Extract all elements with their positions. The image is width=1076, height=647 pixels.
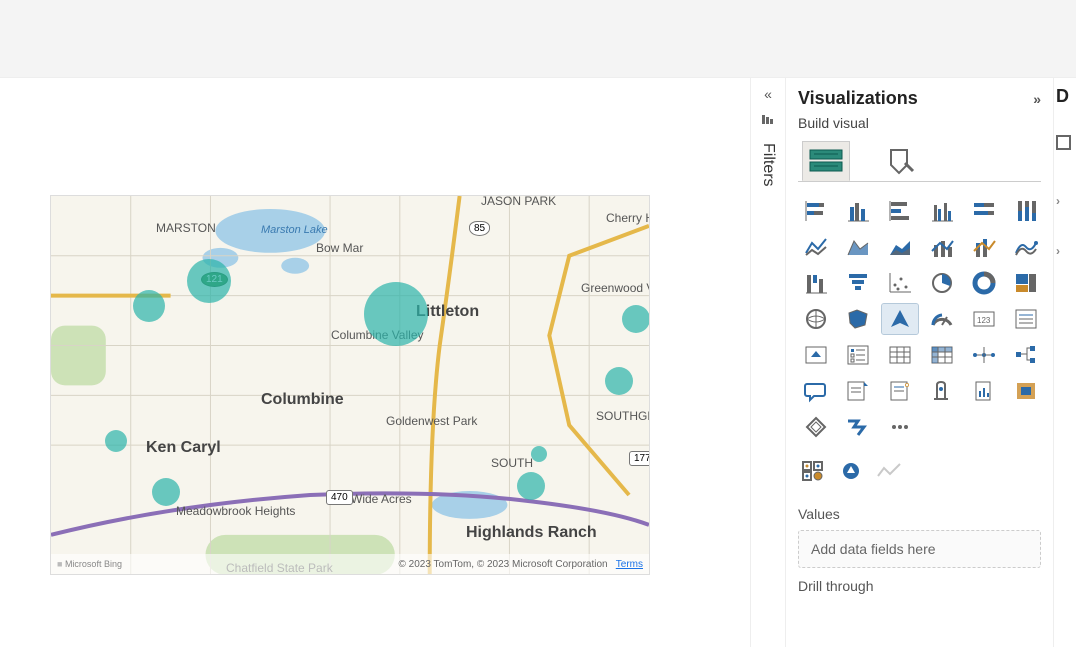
svg-text:123: 123	[977, 316, 991, 325]
visualizations-title: Visualizations	[798, 88, 918, 109]
viz-type-ellipsis[interactable]	[882, 412, 918, 442]
viz-type-clustered-column[interactable]	[924, 196, 960, 226]
map-data-point[interactable]	[364, 282, 428, 346]
filters-icon	[761, 114, 775, 129]
viz-type-r-visual[interactable]	[966, 340, 1002, 370]
viz-type-donut[interactable]	[966, 268, 1002, 298]
viz-type-gauge[interactable]	[924, 304, 960, 334]
viz-type-line-clustered-column[interactable]	[924, 232, 960, 262]
viz-type-pag-report[interactable]	[966, 376, 1002, 406]
viz-type-key-influencers[interactable]	[882, 376, 918, 406]
viz-type-filled-map[interactable]	[840, 304, 876, 334]
viz-type-stacked-bar-100[interactable]	[966, 196, 1002, 226]
map-data-point[interactable]	[517, 472, 545, 500]
visual-extras-row	[798, 452, 1041, 496]
viz-type-matrix[interactable]	[924, 340, 960, 370]
viz-type-treemap[interactable]	[1008, 268, 1044, 298]
route-shield: 470	[326, 490, 353, 505]
map-attribution: Microsoft Bing © 2023 TomTom, © 2023 Mic…	[51, 554, 649, 574]
filters-expand-button[interactable]: «	[764, 78, 772, 110]
viz-type-decomp-tree[interactable]	[1008, 340, 1044, 370]
viz-type-scatter[interactable]	[882, 268, 918, 298]
build-visual-label: Build visual	[798, 115, 1041, 131]
map-data-point[interactable]	[152, 478, 180, 506]
visualizations-pane: Visualizations » Build visual 123 Valu	[786, 78, 1054, 647]
viz-tabs	[798, 137, 1041, 182]
viz-type-multirow-card[interactable]	[1008, 304, 1044, 334]
pin-visual-button[interactable]	[836, 458, 866, 484]
map-copyright: © 2023 TomTom, © 2023 Microsoft Corporat…	[399, 559, 608, 570]
data-chevron-icon: ›	[1056, 194, 1074, 208]
data-chevron-icon-2: ›	[1056, 244, 1074, 258]
map-data-point[interactable]	[133, 290, 165, 322]
viz-type-power-apps[interactable]	[1008, 376, 1044, 406]
visualizations-collapse-button[interactable]: »	[1033, 91, 1041, 107]
viz-type-qna[interactable]	[798, 376, 834, 406]
map-terms-link[interactable]: Terms	[616, 559, 643, 570]
data-search-hint-icon	[1056, 135, 1074, 154]
route-shield: 177	[629, 451, 650, 466]
viz-type-clustered-bar[interactable]	[840, 196, 876, 226]
filters-label[interactable]: Filters	[759, 135, 777, 187]
map-data-point[interactable]	[105, 430, 127, 452]
ribbon	[0, 0, 1076, 78]
viz-type-funnel[interactable]	[840, 268, 876, 298]
viz-type-stacked-area[interactable]	[882, 232, 918, 262]
map-background	[51, 196, 649, 575]
map-data-point[interactable]	[622, 305, 650, 333]
map-data-point[interactable]	[531, 446, 547, 462]
viz-type-pie[interactable]	[924, 268, 960, 298]
bing-logo: Microsoft Bing	[57, 559, 122, 569]
viz-type-waterfall[interactable]	[798, 268, 834, 298]
values-section-label: Values	[798, 496, 1041, 530]
drillthrough-section-label: Drill through	[798, 568, 1041, 602]
data-pane-letter: D	[1056, 86, 1069, 106]
viz-type-goals[interactable]	[924, 376, 960, 406]
report-canvas[interactable]: MARSTONMarston LakeBow MarJASON PARKCher…	[0, 78, 750, 647]
viz-type-line-stacked-column[interactable]	[966, 232, 1002, 262]
filters-pane-collapsed: « Filters	[750, 78, 786, 647]
viz-type-ribbon[interactable]	[1008, 232, 1044, 262]
workspace: MARSTONMarston LakeBow MarJASON PARKCher…	[0, 78, 1076, 647]
visual-type-grid: 123	[798, 182, 1041, 452]
viz-type-py-visual[interactable]	[798, 412, 834, 442]
build-visual-tab[interactable]	[802, 141, 850, 181]
viz-type-azure-map[interactable]	[882, 304, 918, 334]
viz-type-stacked-column[interactable]	[882, 196, 918, 226]
map-data-point[interactable]	[605, 367, 633, 395]
viz-type-area[interactable]	[840, 232, 876, 262]
viz-type-slicer[interactable]	[840, 340, 876, 370]
viz-type-map[interactable]	[798, 304, 834, 334]
map-data-point[interactable]	[187, 259, 231, 303]
viz-type-card[interactable]: 123	[966, 304, 1002, 334]
viz-type-kpi[interactable]	[798, 340, 834, 370]
viz-type-clustered-column-100[interactable]	[1008, 196, 1044, 226]
values-field-well[interactable]: Add data fields here	[798, 530, 1041, 568]
get-more-visuals-button[interactable]	[798, 458, 828, 484]
sparkline-button[interactable]	[874, 458, 904, 484]
route-shield: 85	[469, 221, 490, 236]
map-visual[interactable]: MARSTONMarston LakeBow MarJASON PARKCher…	[50, 195, 650, 575]
viz-type-automate[interactable]	[840, 412, 876, 442]
viz-type-narrative[interactable]	[840, 376, 876, 406]
format-visual-tab[interactable]	[878, 141, 926, 181]
viz-type-table[interactable]	[882, 340, 918, 370]
viz-type-stacked-bar[interactable]	[798, 196, 834, 226]
viz-type-line[interactable]	[798, 232, 834, 262]
data-pane-collapsed[interactable]: D › ›	[1054, 78, 1076, 647]
